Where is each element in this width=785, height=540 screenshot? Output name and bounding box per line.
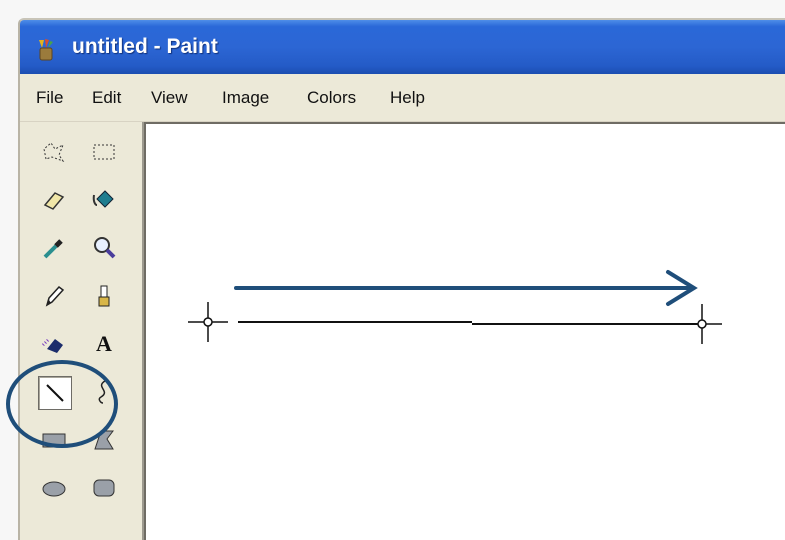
window-title: untitled - Paint: [72, 35, 218, 58]
polygon-icon[interactable]: [88, 424, 120, 456]
menu-colors[interactable]: Colors: [307, 88, 356, 108]
color-picker-icon[interactable]: [38, 232, 70, 264]
menu-file[interactable]: File: [36, 88, 63, 108]
menu-bar: File Edit View Image Colors Help: [20, 74, 785, 122]
rectangle-icon[interactable]: [38, 424, 70, 456]
curve-icon[interactable]: [88, 376, 120, 408]
menu-view[interactable]: View: [151, 88, 188, 108]
pencil-icon[interactable]: [38, 280, 70, 312]
paint-bucket-icon: [36, 38, 56, 61]
menu-edit[interactable]: Edit: [92, 88, 121, 108]
rect-select-icon[interactable]: [88, 136, 120, 168]
free-form-select-icon[interactable]: [38, 136, 70, 168]
airbrush-icon[interactable]: [38, 328, 70, 360]
menu-help[interactable]: Help: [390, 88, 425, 108]
line-icon[interactable]: [38, 376, 72, 410]
drawing-canvas[interactable]: [144, 122, 785, 540]
rounded-rectangle-icon[interactable]: [88, 472, 120, 504]
toolbox: A: [20, 122, 144, 540]
ellipse-icon[interactable]: [38, 472, 70, 504]
fill-bucket-icon[interactable]: [88, 184, 120, 216]
paint-window: untitled - Paint File Edit View Image Co…: [18, 18, 785, 540]
menu-image[interactable]: Image: [222, 88, 269, 108]
eraser-icon[interactable]: [38, 184, 70, 216]
brush-icon[interactable]: [88, 280, 120, 312]
magnifier-icon[interactable]: [88, 232, 120, 264]
title-bar[interactable]: untitled - Paint: [20, 20, 785, 74]
text-icon[interactable]: A: [88, 328, 120, 360]
